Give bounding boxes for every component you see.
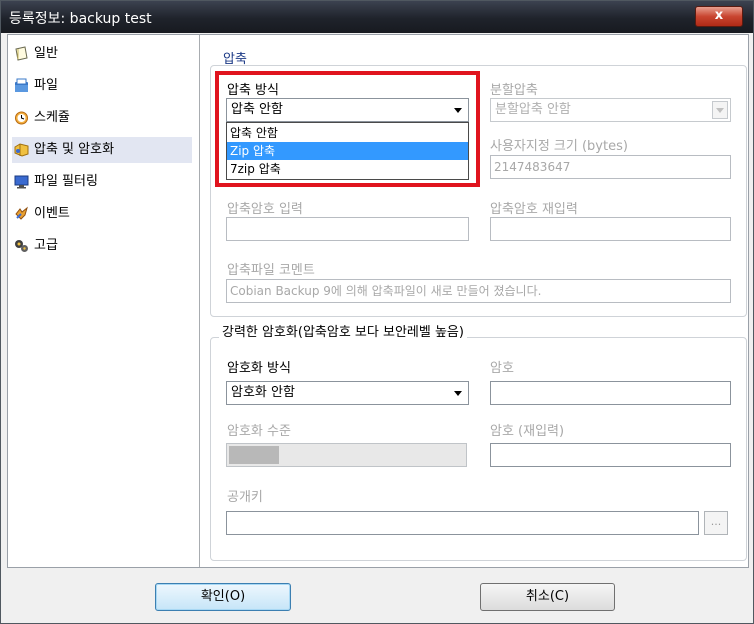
public-key-label: 공개키 [227, 490, 263, 505]
general-page-icon [15, 46, 28, 61]
encryption-level-slider[interactable] [226, 443, 467, 467]
sidebar-item-schedule[interactable]: 스케쥴 [12, 105, 192, 131]
close-icon: x [714, 8, 724, 23]
sidebar-item-label: 파일 [34, 78, 58, 93]
title-bar[interactable]: 등록정보: backup test x [1, 1, 753, 33]
sidebar-item-label: 파일 필터링 [34, 174, 98, 189]
comment-value: Cobian Backup 9에 의해 압축파일이 새로 만들어 졌습니다. [230, 284, 542, 298]
sidebar-item-file[interactable]: 파일 [12, 73, 192, 99]
sidebar: 일반 파일 스케쥴 압축 및 암호화 파일 필터링 이벤트 고급 [8, 35, 200, 567]
encryption-method-value: 암호화 안함 [231, 385, 295, 400]
encryption-method-label: 암호화 방식 [227, 361, 291, 376]
cancel-button-label: 취소(C) [525, 589, 570, 604]
window-title: 등록정보: backup test [9, 11, 152, 27]
chevron-down-icon [716, 108, 724, 113]
ok-button-label: 확인(O) [200, 589, 246, 604]
event-icon [15, 206, 28, 220]
split-compression-label: 분할압축 [490, 83, 538, 98]
compression-group-label: 압축 [223, 52, 247, 67]
clock-icon [15, 111, 28, 125]
advanced-icon [15, 240, 28, 252]
encryption-password-confirm-input[interactable] [490, 443, 731, 467]
browse-button[interactable]: ... [704, 511, 728, 535]
slider-fill [229, 446, 279, 464]
split-compression-select[interactable]: 분할압축 안함 [490, 98, 731, 122]
monitor-icon [14, 175, 29, 189]
dialog-content: 일반 파일 스케쥴 압축 및 암호화 파일 필터링 이벤트 고급 압축 압축 방… [7, 34, 749, 568]
dialog-window: 등록정보: backup test x 일반 파일 스케쥴 압축 및 암호화 파… [0, 0, 754, 624]
ellipsis-icon: ... [710, 515, 722, 528]
password-confirm-input[interactable] [490, 217, 731, 241]
file-icon [15, 78, 28, 92]
sidebar-item-label: 스케쥴 [34, 110, 70, 125]
dropdown-button[interactable] [712, 101, 728, 119]
sidebar-item-event[interactable]: 이벤트 [12, 201, 192, 227]
encryption-password-confirm-label: 암호 (재입력) [490, 424, 565, 439]
sidebar-item-general[interactable]: 일반 [12, 41, 192, 67]
encryption-password-label: 암호 [490, 361, 514, 376]
password-label: 압축암호 입력 [227, 202, 303, 217]
chevron-down-icon [454, 391, 462, 396]
close-button[interactable]: x [695, 6, 743, 27]
encryption-level-label: 암호화 수준 [227, 424, 291, 439]
sidebar-item-label: 이벤트 [34, 206, 70, 221]
ok-button[interactable]: 확인(O) [155, 583, 291, 611]
split-compression-value: 분할압축 안함 [495, 102, 571, 117]
password-input[interactable] [226, 217, 469, 241]
encryption-group-label: 강력한 암호화(압축암호 보다 보안레벨 높음) [219, 321, 467, 340]
sidebar-item-label: 압축 및 암호화 [34, 142, 115, 157]
comment-label: 압축파일 코멘트 [227, 263, 315, 278]
comment-input[interactable]: Cobian Backup 9에 의해 압축파일이 새로 만들어 졌습니다. [226, 279, 731, 303]
password-confirm-label: 압축암호 재입력 [490, 202, 578, 217]
custom-size-input[interactable]: 2147483647 [490, 155, 731, 179]
sidebar-item-label: 일반 [34, 46, 58, 61]
compression-icon [14, 143, 29, 157]
encryption-password-input[interactable] [490, 381, 731, 405]
sidebar-item-advanced[interactable]: 고급 [12, 233, 192, 259]
highlight-annotation [215, 71, 480, 187]
encryption-method-select[interactable]: 암호화 안함 [226, 381, 469, 405]
custom-size-value: 2147483647 [494, 160, 571, 174]
custom-size-label: 사용자지정 크기 (bytes) [490, 139, 628, 154]
settings-panel: 압축 압축 방식 압축 안함 분할압축 분할압축 안함 사용자지정 크기 (by… [200, 35, 748, 567]
sidebar-item-label: 고급 [34, 238, 58, 253]
sidebar-item-compression[interactable]: 압축 및 암호화 [12, 137, 192, 163]
sidebar-item-file-filter[interactable]: 파일 필터링 [12, 169, 192, 195]
public-key-input[interactable] [226, 511, 699, 535]
cancel-button[interactable]: 취소(C) [480, 583, 615, 611]
